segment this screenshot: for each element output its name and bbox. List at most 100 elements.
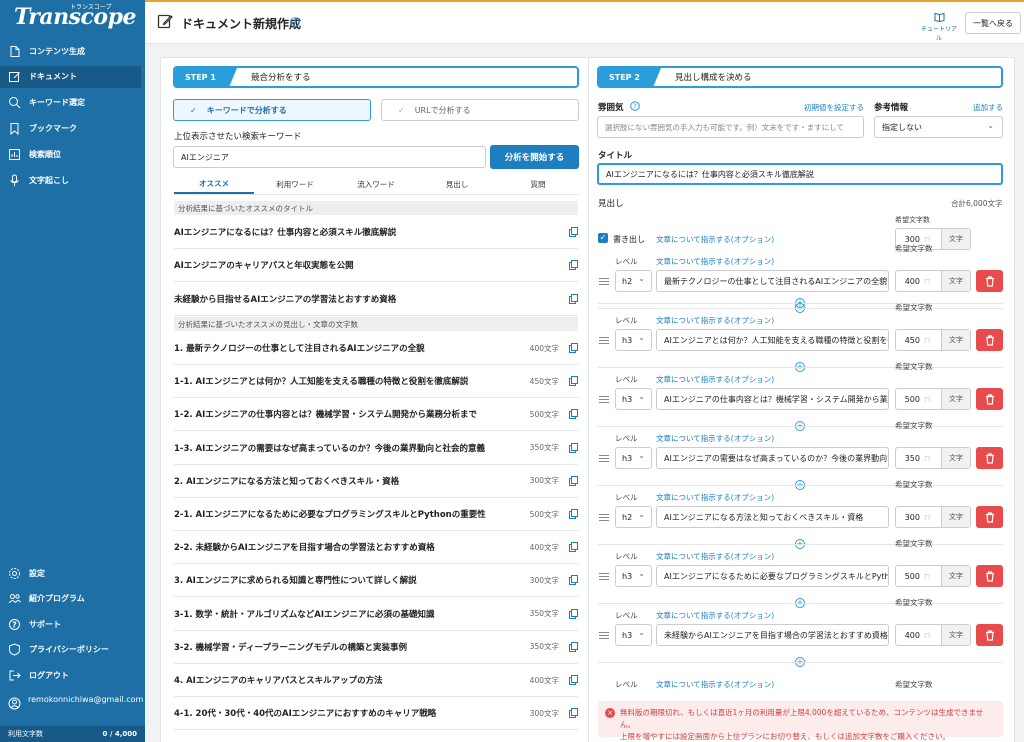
level-select[interactable]: h3 ⌄ — [615, 565, 652, 587]
drag-handle-icon[interactable] — [599, 632, 609, 639]
heading-count-input[interactable]: 500 ⊓ 文字 — [895, 388, 971, 410]
delete-heading-button[interactable] — [976, 447, 1003, 469]
instruct-link[interactable]: 文章について指示する(オプション) — [656, 374, 774, 385]
sidebar-item-document[interactable]: コンテンツ生成 — [0, 40, 141, 62]
check-icon: ✓ — [398, 105, 405, 115]
heading-text-input[interactable]: AIエンジニアになる方法と知っておくべきスキル・資格 — [656, 506, 889, 528]
copy-icon[interactable] — [569, 708, 578, 719]
url-analysis-option[interactable]: ✓ URLで分析する — [381, 99, 579, 121]
reference-select[interactable]: 指定しない ⌄ — [874, 116, 1003, 138]
keyword-analysis-option[interactable]: ✓ キーワードで分析する — [173, 99, 371, 121]
heading-count-input[interactable]: 500 ⊓ 文字 — [895, 565, 971, 587]
instruct-link[interactable]: 文章について指示する(オプション) — [656, 256, 774, 267]
tab-2[interactable]: 流入ワード — [336, 174, 416, 194]
sidebar-item-shield[interactable]: プライバシーポリシー — [0, 639, 141, 661]
instruct-link[interactable]: 文章について指示する(オプション) — [656, 610, 774, 621]
copy-icon[interactable] — [569, 376, 578, 387]
heading-count-input[interactable]: 350 ⊓ 文字 — [895, 447, 971, 469]
drag-handle-icon[interactable] — [599, 573, 609, 580]
item-text: 3-1. 数学・統計・アルゴリズムなどAIエンジニアに必須の基礎知識 — [174, 609, 435, 620]
copy-icon[interactable] — [569, 475, 578, 486]
heading-text-input[interactable]: AIエンジニアとは何か？人工知能を支える職種の特徴と役割を徹底解説 — [656, 329, 889, 351]
back-to-list-button[interactable]: 一覧へ戻る — [965, 12, 1021, 34]
tab-1[interactable]: 利用ワード — [255, 174, 335, 194]
copy-icon[interactable] — [569, 442, 578, 453]
sidebar-item-users[interactable]: 紹介プログラム — [0, 588, 141, 610]
instruct-link[interactable]: 文章について指示する(オプション) — [656, 492, 774, 503]
sidebar-item-search[interactable]: キーワード選定 — [0, 92, 141, 114]
tab-4[interactable]: 質問 — [498, 174, 578, 194]
drag-handle-icon[interactable] — [599, 396, 609, 403]
reference-add-link[interactable]: 追加する — [973, 102, 1003, 113]
copy-icon[interactable] — [569, 227, 578, 237]
copy-icon[interactable] — [569, 608, 578, 619]
sidebar-item-chart[interactable]: 検索順位 — [0, 143, 141, 165]
heading-count-input[interactable]: 450 ⊓ 文字 — [895, 329, 971, 351]
sidebar-item-logout[interactable]: ログアウト — [0, 664, 141, 686]
instruct-link[interactable]: 文章について指示する(オプション) — [656, 433, 774, 444]
instruct-link[interactable]: 文章について指示する(オプション) — [656, 679, 774, 690]
title-input[interactable]: AIエンジニアになるには？仕事内容と必須スキル徹底解説 — [597, 163, 1003, 185]
drag-handle-icon[interactable] — [599, 455, 609, 462]
delete-heading-button[interactable] — [976, 506, 1003, 528]
page-title: ドキュメント新規作成 — [181, 17, 302, 31]
item-text: 2-2. 未経験からAIエンジニアを目指す場合の学習法とおすすめ資格 — [174, 543, 435, 554]
drag-handle-icon[interactable] — [599, 278, 609, 285]
level-select[interactable]: h2 ⌄ — [615, 506, 652, 528]
sidebar-item-gear[interactable]: 設定 — [0, 562, 141, 584]
copy-icon[interactable] — [569, 293, 578, 304]
copy-icon[interactable] — [569, 641, 578, 652]
mood-input[interactable]: 選択肢にない雰囲気の手入力も可能です。例）文末をです・ますにして — [597, 116, 864, 138]
sidebar-item-label: サポート — [29, 619, 61, 629]
copy-icon[interactable] — [569, 675, 578, 685]
delete-heading-button[interactable] — [976, 270, 1003, 292]
delete-heading-button[interactable] — [976, 565, 1003, 587]
heading-count-input[interactable]: 400 ⊓ 文字 — [895, 624, 971, 646]
intro-checkbox[interactable]: ✓ — [598, 233, 608, 243]
copy-icon[interactable] — [569, 260, 578, 271]
heading-text-input[interactable]: AIエンジニアの仕事内容とは？機械学習・システム開発から業務分析まで — [656, 388, 889, 410]
sidebar-item-mic[interactable]: 文字起こし — [0, 169, 141, 191]
heading-count-input[interactable]: 300 ⊓ 文字 — [895, 506, 971, 528]
tutorial-button[interactable]: チュートリアル — [919, 12, 959, 42]
want-label: 希望文字数 — [895, 421, 933, 430]
level-select[interactable]: h3 ⌄ — [615, 329, 652, 351]
drag-handle-icon[interactable] — [599, 337, 609, 344]
heading-text-input[interactable]: 最新テクノロジーの仕事として注目されるAIエンジニアの全貌 — [656, 270, 889, 292]
instruct-link[interactable]: 文章について指示する(オプション) — [656, 551, 774, 562]
heading-text-input[interactable]: AIエンジニアの需要はなぜ高まっているのか？今後の業界動向と社会的意義 — [656, 447, 889, 469]
sidebar-item-bookmark[interactable]: ブックマーク — [0, 117, 141, 139]
intro-instruct-link[interactable]: 文章について指示する(オプション) — [656, 234, 774, 245]
mood-default-link[interactable]: 初期値を設定する — [804, 102, 864, 113]
mood-label: 雰囲気 — [598, 103, 624, 113]
help-icon[interactable]: ? — [630, 101, 640, 114]
drag-handle-icon[interactable] — [599, 514, 609, 521]
tabs-divider — [174, 194, 578, 195]
heading-text-input[interactable]: AIエンジニアになるために必要なプログラミングスキルとPythonの重要性 — [656, 565, 889, 587]
keyword-input[interactable]: AIエンジニア — [173, 146, 486, 168]
heading-count-input[interactable]: 400 ⊓ 文字 — [895, 270, 971, 292]
sidebar-item-help[interactable]: ? サポート — [0, 613, 141, 635]
copy-icon[interactable] — [569, 542, 578, 553]
start-analysis-button[interactable]: 分析を開始する — [490, 145, 579, 169]
level-select[interactable]: h2 ⌄ — [615, 270, 652, 292]
copy-icon[interactable] — [569, 575, 578, 586]
instruct-link[interactable]: 文章について指示する(オプション) — [656, 315, 774, 326]
count-unit: 文字 — [941, 271, 970, 291]
tab-0[interactable]: オススメ — [174, 174, 254, 194]
lock-icon: ⊓ — [924, 335, 931, 345]
tab-3[interactable]: 見出し — [417, 174, 497, 194]
delete-heading-button[interactable] — [976, 624, 1003, 646]
delete-heading-button[interactable] — [976, 388, 1003, 410]
level-select[interactable]: h3 ⌄ — [615, 388, 652, 410]
delete-heading-button[interactable] — [976, 329, 1003, 351]
reference-value: 指定しない — [882, 122, 922, 132]
sidebar-item-edit[interactable]: ドキュメント — [0, 65, 141, 88]
heading-text-input[interactable]: 未経験からAIエンジニアを目指す場合の学習法とおすすめ資格 — [656, 624, 889, 646]
copy-icon[interactable] — [569, 343, 578, 353]
copy-icon[interactable] — [569, 409, 578, 420]
help-icon[interactable]: ? — [290, 17, 300, 30]
level-select[interactable]: h3 ⌄ — [615, 624, 652, 646]
copy-icon[interactable] — [569, 509, 578, 519]
level-select[interactable]: h3 ⌄ — [615, 447, 652, 469]
